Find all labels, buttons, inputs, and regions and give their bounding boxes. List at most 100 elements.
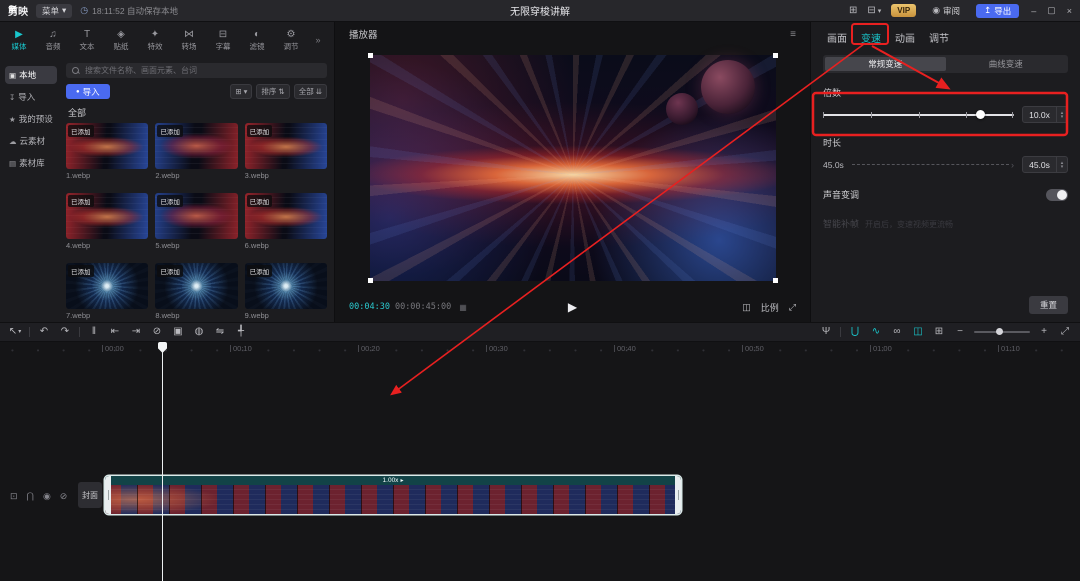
media-thumbnail[interactable]: 已添加	[245, 193, 327, 239]
close-button[interactable]: ×	[1067, 6, 1072, 16]
tab-effects[interactable]: ✦特效	[138, 29, 172, 52]
record-audio-button[interactable]: Ψ	[819, 327, 833, 337]
tab-adjust[interactable]: ⚙调节	[274, 29, 308, 52]
timeline-zoom-slider[interactable]	[974, 331, 1030, 333]
toggle-visibility-icon[interactable]: ◉	[43, 491, 51, 502]
tab-filters[interactable]: ◐滤镜	[240, 29, 274, 52]
select-tool-button[interactable]: ↖▾	[8, 327, 22, 337]
sidebar-item-stock-library[interactable]: ▤素材库	[5, 154, 57, 172]
video-clip[interactable]: 1.00x ▸	[105, 476, 681, 514]
zoom-slider-knob[interactable]	[996, 328, 1003, 335]
tab-sticker[interactable]: ◈贴纸	[104, 29, 138, 52]
collapse-tracks-icon[interactable]: ⊡	[10, 491, 18, 502]
more-tabs-button[interactable]: »	[308, 35, 328, 45]
clip-trim-handle-left[interactable]	[105, 476, 111, 514]
fit-timeline-button[interactable]: ⤢	[1058, 327, 1072, 337]
media-item[interactable]: 已添加4.webp	[66, 193, 148, 250]
playhead-handle[interactable]	[158, 342, 167, 353]
view-settings-button[interactable]: ⊞	[932, 327, 946, 337]
media-thumbnail[interactable]: 已添加	[66, 263, 148, 309]
tab-captions[interactable]: ⊟字幕	[206, 29, 240, 52]
ratio-button[interactable]: 比例	[761, 301, 779, 314]
media-item[interactable]: 已添加7.webp	[66, 263, 148, 320]
duration-value-box[interactable]: 45.0s ▴▾	[1022, 156, 1068, 173]
media-thumbnail[interactable]: 已添加	[245, 263, 327, 309]
zoom-out-button[interactable]: −	[953, 327, 967, 337]
slider-thumb[interactable]	[976, 110, 985, 119]
selection-handle[interactable]	[773, 53, 778, 58]
maximize-button[interactable]: ▢	[1047, 5, 1056, 16]
view-mode-button[interactable]: ⊞▾	[230, 84, 252, 99]
media-item[interactable]: 已添加9.webp	[245, 263, 327, 320]
split-button[interactable]: ‖	[87, 327, 101, 337]
clip-trim-handle-right[interactable]	[675, 476, 681, 514]
media-item[interactable]: 已添加2.webp	[155, 123, 237, 180]
speed-value-box[interactable]: 10.0x ▴▾	[1022, 106, 1068, 123]
media-item[interactable]: 已添加3.webp	[245, 123, 327, 180]
stepper-down-icon[interactable]: ▾	[1061, 165, 1064, 169]
tab-text[interactable]: T文本	[70, 29, 104, 52]
tab-canvas[interactable]: 画面	[827, 30, 847, 45]
selection-handle[interactable]	[368, 278, 373, 283]
selection-handle[interactable]	[773, 278, 778, 283]
delete-button[interactable]: ⊘	[150, 327, 164, 337]
sidebar-item-local[interactable]: ▣本地	[5, 66, 57, 84]
media-item[interactable]: 已添加1.webp	[66, 123, 148, 180]
minimize-button[interactable]: –	[1031, 6, 1036, 16]
sidebar-item-import[interactable]: ↧导入	[5, 88, 57, 106]
tab-media[interactable]: ▶媒体	[2, 29, 36, 52]
media-thumbnail[interactable]: 已添加	[155, 263, 237, 309]
normal-speed-tab[interactable]: 常规变速	[825, 57, 946, 71]
redo-button[interactable]: ↷	[58, 327, 72, 337]
trim-right-button[interactable]: ⇥	[129, 327, 143, 337]
reset-button[interactable]: 重置	[1029, 296, 1068, 314]
zoom-in-button[interactable]: +	[1037, 327, 1051, 337]
preview-axis-toggle[interactable]: ◫	[911, 327, 925, 337]
player-menu-icon[interactable]: ≡	[790, 29, 796, 40]
media-thumbnail[interactable]: 已添加	[66, 193, 148, 239]
auto-snap-toggle[interactable]: ∿	[869, 327, 883, 337]
tab-speed[interactable]: 变速	[861, 30, 881, 45]
sidebar-item-presets[interactable]: ★我的预设	[5, 110, 57, 128]
speed-stepper[interactable]: ▴▾	[1056, 107, 1067, 122]
tab-animation[interactable]: 动画	[895, 30, 915, 45]
tab-transitions[interactable]: ⋈转场	[172, 29, 206, 52]
duration-stepper[interactable]: ▴▾	[1056, 157, 1067, 172]
main-track-magnet-toggle[interactable]: ⋃	[848, 327, 862, 337]
media-thumbnail[interactable]: 已添加	[155, 193, 237, 239]
curve-speed-tab[interactable]: 曲线变速	[946, 57, 1067, 71]
play-button[interactable]: ▶	[562, 299, 583, 315]
sort-button[interactable]: 排序⇅	[256, 84, 289, 99]
lock-track-icon[interactable]: ⋂	[27, 491, 34, 502]
review-button[interactable]: ◉ 审阅	[926, 4, 966, 18]
workspace-grid-icon[interactable]: ⊞	[849, 6, 857, 16]
trim-left-button[interactable]: ⇤	[108, 327, 122, 337]
media-thumbnail[interactable]: 已添加	[245, 123, 327, 169]
media-item[interactable]: 已添加6.webp	[245, 193, 327, 250]
media-thumbnail[interactable]: 已添加	[155, 123, 237, 169]
menu-button[interactable]: 菜单 ▾	[36, 4, 72, 18]
undo-button[interactable]: ↶	[37, 327, 51, 337]
selection-handle[interactable]	[368, 53, 373, 58]
pitch-toggle[interactable]	[1046, 189, 1068, 201]
cover-button[interactable]: 封面	[78, 482, 102, 508]
media-thumbnail[interactable]: 已添加	[66, 123, 148, 169]
export-button[interactable]: ↥ 导出	[976, 4, 1019, 18]
linkage-toggle[interactable]: ∞	[890, 327, 904, 337]
mask-button[interactable]: ◍	[192, 327, 206, 337]
playhead[interactable]	[158, 342, 167, 581]
search-input[interactable]	[83, 65, 321, 76]
search-box[interactable]	[66, 63, 327, 78]
video-preview[interactable]	[370, 55, 776, 281]
tab-adjust[interactable]: 调节	[929, 30, 949, 45]
freeze-frame-button[interactable]: ▣	[171, 327, 185, 337]
mirror-button[interactable]: ⇋	[213, 327, 227, 337]
tab-audio[interactable]: ♫音频	[36, 29, 70, 52]
crop-button[interactable]: ╃	[234, 327, 248, 337]
media-item[interactable]: 已添加8.webp	[155, 263, 237, 320]
fullscreen-icon[interactable]: ⤢	[789, 302, 796, 313]
snapshot-icon[interactable]: ◫	[742, 302, 751, 313]
filter-button[interactable]: 全部⇊	[294, 84, 327, 99]
sidebar-item-cloud[interactable]: ☁云素材	[5, 132, 57, 150]
clip-filmstrip[interactable]	[105, 485, 681, 514]
